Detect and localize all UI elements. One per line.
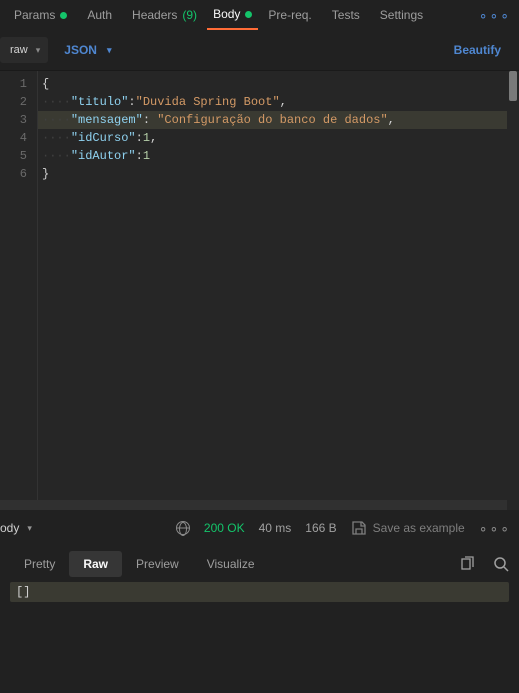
beautify-button[interactable]: Beautify	[454, 43, 511, 57]
tab-label: Settings	[380, 8, 423, 22]
code-line: {	[38, 75, 519, 93]
scrollbar-thumb[interactable]	[509, 71, 517, 101]
line-number: 2	[0, 93, 27, 111]
copy-icon[interactable]	[459, 556, 475, 572]
line-number-gutter: 1 2 3 4 5 6	[0, 71, 38, 510]
globe-icon[interactable]	[176, 521, 190, 535]
more-options-button[interactable]: ∘∘∘	[479, 520, 511, 537]
body-mode-label: raw	[10, 44, 28, 56]
code-line: ····"idCurso":1,	[38, 129, 519, 147]
view-tab-visualize[interactable]: Visualize	[193, 551, 269, 577]
tab-label: Tests	[332, 8, 360, 22]
chevron-down-icon: ▾	[107, 45, 112, 56]
response-status-bar: ody ▾ 200 OK 40 ms 166 B Save as example…	[0, 510, 519, 546]
chevron-down-icon: ▾	[27, 523, 32, 534]
tab-auth[interactable]: Auth	[77, 0, 122, 30]
line-number: 3	[0, 111, 27, 129]
tab-body[interactable]: Body	[207, 0, 258, 30]
code-line: ····"idAutor":1	[38, 147, 519, 165]
vertical-scrollbar[interactable]	[507, 71, 519, 510]
view-tab-pretty[interactable]: Pretty	[10, 551, 69, 577]
tab-settings[interactable]: Settings	[370, 0, 433, 30]
tab-label: Body	[213, 7, 240, 21]
headers-count-badge: (9)	[182, 8, 197, 22]
code-line: ····"mensagem": "Configuração do banco d…	[38, 111, 519, 129]
code-line: ····"titulo":"Duvida Spring Boot",	[38, 93, 519, 111]
line-number: 6	[0, 165, 27, 183]
response-section-select[interactable]: ody ▾	[0, 521, 32, 535]
modified-dot-icon	[245, 11, 252, 18]
save-icon	[351, 520, 367, 536]
save-as-example-label: Save as example	[373, 521, 465, 535]
response-view-tabs: Pretty Raw Preview Visualize	[0, 546, 519, 582]
response-section-label: ody	[0, 521, 19, 535]
horizontal-scrollbar[interactable]	[0, 500, 507, 510]
response-time: 40 ms	[259, 521, 292, 535]
modified-dot-icon	[60, 12, 67, 19]
view-tab-raw[interactable]: Raw	[69, 551, 122, 577]
tab-prereq[interactable]: Pre-req.	[258, 0, 321, 30]
response-size: 166 B	[305, 521, 336, 535]
code-line: }	[38, 165, 519, 183]
search-icon[interactable]	[493, 556, 509, 572]
request-tabs: Params Auth Headers (9) Body Pre-req. Te…	[0, 0, 519, 30]
line-number: 4	[0, 129, 27, 147]
body-lang-select[interactable]: JSON ▾	[54, 43, 121, 57]
tab-label: Headers	[132, 8, 177, 22]
tab-tests[interactable]: Tests	[322, 0, 370, 30]
status-code: 200 OK	[204, 521, 245, 535]
line-number: 5	[0, 147, 27, 165]
tab-label: Auth	[87, 8, 112, 22]
body-mode-select[interactable]: raw ▾	[0, 37, 48, 63]
more-options-button[interactable]: ∘∘∘	[479, 0, 511, 30]
line-number: 1	[0, 75, 27, 93]
body-mode-bar: raw ▾ JSON ▾ Beautify	[0, 30, 519, 70]
code-area[interactable]: {····"titulo":"Duvida Spring Boot",····"…	[38, 71, 519, 510]
body-lang-label: JSON	[64, 43, 97, 57]
save-as-example-button[interactable]: Save as example	[351, 520, 465, 536]
tab-headers[interactable]: Headers (9)	[122, 0, 207, 30]
request-body-editor[interactable]: 1 2 3 4 5 6 {····"titulo":"Duvida Spring…	[0, 70, 519, 510]
tab-label: Pre-req.	[268, 8, 311, 22]
tab-label: Params	[14, 8, 55, 22]
response-body[interactable]: []	[10, 582, 509, 602]
chevron-down-icon: ▾	[36, 45, 41, 56]
view-tab-preview[interactable]: Preview	[122, 551, 193, 577]
tab-params[interactable]: Params	[4, 0, 77, 30]
